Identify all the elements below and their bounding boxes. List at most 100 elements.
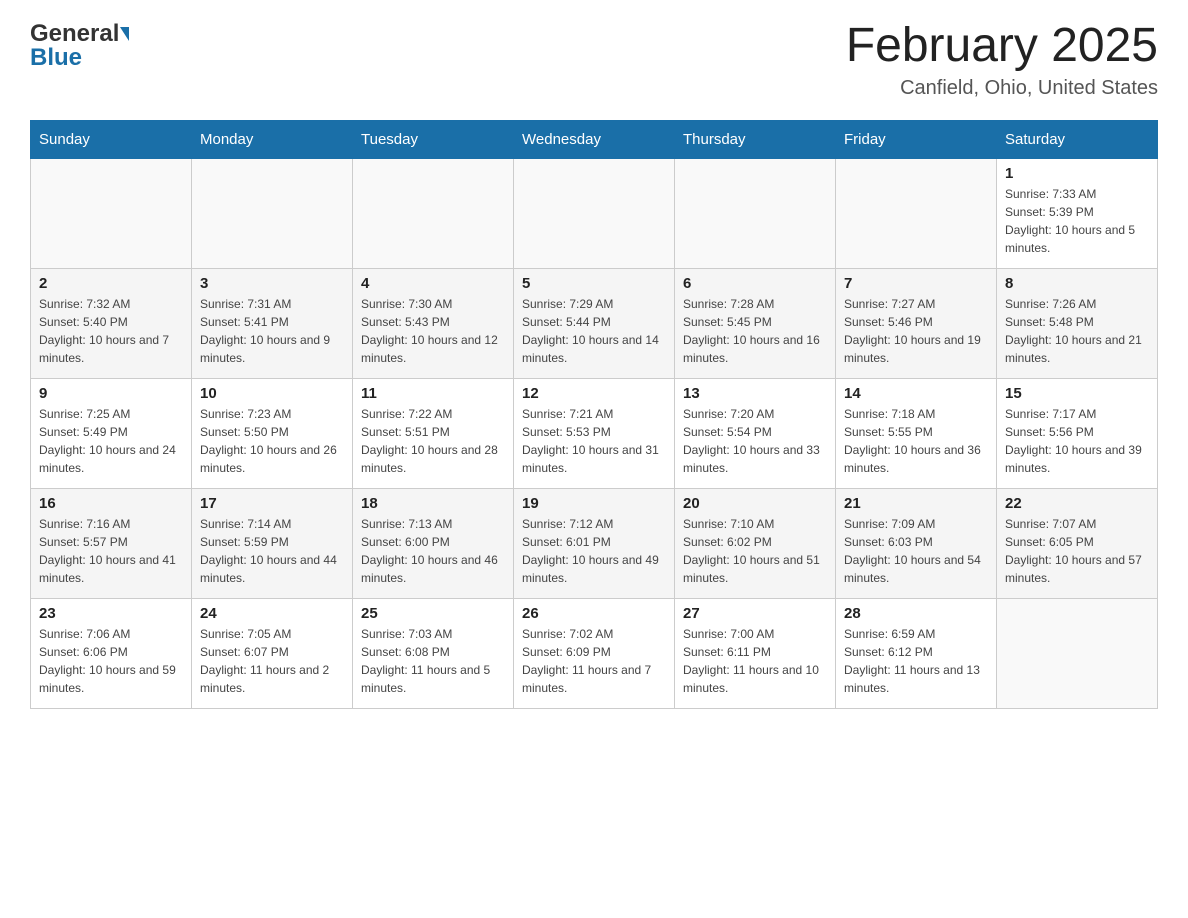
day-info: Sunrise: 7:07 AMSunset: 6:05 PMDaylight:… xyxy=(1005,515,1149,587)
calendar-cell xyxy=(514,158,675,268)
day-info: Sunrise: 7:05 AMSunset: 6:07 PMDaylight:… xyxy=(200,625,344,697)
col-saturday: Saturday xyxy=(997,120,1158,158)
calendar-week-row: 2 Sunrise: 7:32 AMSunset: 5:40 PMDaylight… xyxy=(31,268,1158,378)
day-info: Sunrise: 7:30 AMSunset: 5:43 PMDaylight:… xyxy=(361,295,505,367)
logo: General Blue xyxy=(30,20,129,72)
calendar-cell: 24 Sunrise: 7:05 AMSunset: 6:07 PMDayligh… xyxy=(192,598,353,708)
calendar-cell xyxy=(31,158,192,268)
calendar-cell xyxy=(997,598,1158,708)
day-number: 24 xyxy=(200,605,344,622)
logo-blue-text: Blue xyxy=(30,44,82,72)
day-info: Sunrise: 6:59 AMSunset: 6:12 PMDaylight:… xyxy=(844,625,988,697)
location-subtitle: Canfield, Ohio, United States xyxy=(846,77,1158,100)
day-info: Sunrise: 7:02 AMSunset: 6:09 PMDaylight:… xyxy=(522,625,666,697)
day-number: 12 xyxy=(522,385,666,402)
calendar-week-row: 9Sunrise: 7:25 AMSunset: 5:49 PMDaylight… xyxy=(31,378,1158,488)
col-thursday: Thursday xyxy=(675,120,836,158)
day-number: 14 xyxy=(844,385,988,402)
page-header: General Blue February 2025 Canfield, Ohi… xyxy=(30,20,1158,100)
day-info: Sunrise: 7:33 AMSunset: 5:39 PMDaylight:… xyxy=(1005,185,1149,257)
calendar-cell xyxy=(836,158,997,268)
calendar-cell: 28 Sunrise: 6:59 AMSunset: 6:12 PMDayligh… xyxy=(836,598,997,708)
day-number: 8 xyxy=(1005,275,1149,292)
calendar-table: Sunday Monday Tuesday Wednesday Thursday… xyxy=(30,120,1158,709)
day-info: Sunrise: 7:32 AMSunset: 5:40 PMDaylight:… xyxy=(39,295,183,367)
day-info: Sunrise: 7:20 AMSunset: 5:54 PMDaylight:… xyxy=(683,405,827,477)
day-number: 19 xyxy=(522,495,666,512)
col-tuesday: Tuesday xyxy=(353,120,514,158)
logo-arrow-icon xyxy=(120,27,129,41)
day-info: Sunrise: 7:23 AMSunset: 5:50 PMDaylight:… xyxy=(200,405,344,477)
col-monday: Monday xyxy=(192,120,353,158)
day-number: 13 xyxy=(683,385,827,402)
calendar-cell: 26 Sunrise: 7:02 AMSunset: 6:09 PMDayligh… xyxy=(514,598,675,708)
day-number: 26 xyxy=(522,605,666,622)
day-number: 15 xyxy=(1005,385,1149,402)
calendar-cell: 16 Sunrise: 7:16 AMSunset: 5:57 PMDayligh… xyxy=(31,488,192,598)
day-info: Sunrise: 7:03 AMSunset: 6:08 PMDaylight:… xyxy=(361,625,505,697)
day-number: 20 xyxy=(683,495,827,512)
calendar-cell: 27 Sunrise: 7:00 AMSunset: 6:11 PMDayligh… xyxy=(675,598,836,708)
day-number: 5 xyxy=(522,275,666,292)
calendar-cell: 3 Sunrise: 7:31 AMSunset: 5:41 PMDaylight… xyxy=(192,268,353,378)
calendar-cell: 7 Sunrise: 7:27 AMSunset: 5:46 PMDaylight… xyxy=(836,268,997,378)
day-info: Sunrise: 7:00 AMSunset: 6:11 PMDaylight:… xyxy=(683,625,827,697)
title-section: February 2025 Canfield, Ohio, United Sta… xyxy=(846,20,1158,100)
day-number: 22 xyxy=(1005,495,1149,512)
calendar-week-row: 16 Sunrise: 7:16 AMSunset: 5:57 PMDayligh… xyxy=(31,488,1158,598)
calendar-cell: 20 Sunrise: 7:10 AMSunset: 6:02 PMDayligh… xyxy=(675,488,836,598)
calendar-cell: 21 Sunrise: 7:09 AMSunset: 6:03 PMDayligh… xyxy=(836,488,997,598)
calendar-cell: 11Sunrise: 7:22 AMSunset: 5:51 PMDayligh… xyxy=(353,378,514,488)
day-info: Sunrise: 7:13 AMSunset: 6:00 PMDaylight:… xyxy=(361,515,505,587)
day-number: 9 xyxy=(39,385,183,402)
calendar-cell: 19 Sunrise: 7:12 AMSunset: 6:01 PMDayligh… xyxy=(514,488,675,598)
day-info: Sunrise: 7:31 AMSunset: 5:41 PMDaylight:… xyxy=(200,295,344,367)
calendar-cell: 14Sunrise: 7:18 AMSunset: 5:55 PMDayligh… xyxy=(836,378,997,488)
day-number: 2 xyxy=(39,275,183,292)
calendar-cell: 9Sunrise: 7:25 AMSunset: 5:49 PMDaylight… xyxy=(31,378,192,488)
col-wednesday: Wednesday xyxy=(514,120,675,158)
calendar-cell xyxy=(192,158,353,268)
day-number: 27 xyxy=(683,605,827,622)
calendar-header-row: Sunday Monday Tuesday Wednesday Thursday… xyxy=(31,120,1158,158)
day-number: 18 xyxy=(361,495,505,512)
day-info: Sunrise: 7:09 AMSunset: 6:03 PMDaylight:… xyxy=(844,515,988,587)
calendar-week-row: 23 Sunrise: 7:06 AMSunset: 6:06 PMDayligh… xyxy=(31,598,1158,708)
day-info: Sunrise: 7:21 AMSunset: 5:53 PMDaylight:… xyxy=(522,405,666,477)
day-info: Sunrise: 7:10 AMSunset: 6:02 PMDaylight:… xyxy=(683,515,827,587)
day-number: 23 xyxy=(39,605,183,622)
day-number: 4 xyxy=(361,275,505,292)
calendar-cell: 8 Sunrise: 7:26 AMSunset: 5:48 PMDaylight… xyxy=(997,268,1158,378)
day-info: Sunrise: 7:14 AMSunset: 5:59 PMDaylight:… xyxy=(200,515,344,587)
col-sunday: Sunday xyxy=(31,120,192,158)
day-info: Sunrise: 7:27 AMSunset: 5:46 PMDaylight:… xyxy=(844,295,988,367)
calendar-cell: 25 Sunrise: 7:03 AMSunset: 6:08 PMDayligh… xyxy=(353,598,514,708)
day-number: 7 xyxy=(844,275,988,292)
calendar-week-row: 1 Sunrise: 7:33 AMSunset: 5:39 PMDaylight… xyxy=(31,158,1158,268)
day-info: Sunrise: 7:12 AMSunset: 6:01 PMDaylight:… xyxy=(522,515,666,587)
calendar-cell: 15 Sunrise: 7:17 AMSunset: 5:56 PMDayligh… xyxy=(997,378,1158,488)
day-number: 11 xyxy=(361,385,505,402)
col-friday: Friday xyxy=(836,120,997,158)
day-info: Sunrise: 7:06 AMSunset: 6:06 PMDaylight:… xyxy=(39,625,183,697)
calendar-cell: 1 Sunrise: 7:33 AMSunset: 5:39 PMDaylight… xyxy=(997,158,1158,268)
day-info: Sunrise: 7:17 AMSunset: 5:56 PMDaylight:… xyxy=(1005,405,1149,477)
day-number: 1 xyxy=(1005,165,1149,182)
day-number: 10 xyxy=(200,385,344,402)
day-info: Sunrise: 7:26 AMSunset: 5:48 PMDaylight:… xyxy=(1005,295,1149,367)
day-info: Sunrise: 7:29 AMSunset: 5:44 PMDaylight:… xyxy=(522,295,666,367)
day-number: 16 xyxy=(39,495,183,512)
day-number: 21 xyxy=(844,495,988,512)
day-number: 25 xyxy=(361,605,505,622)
day-info: Sunrise: 7:16 AMSunset: 5:57 PMDaylight:… xyxy=(39,515,183,587)
calendar-cell: 22 Sunrise: 7:07 AMSunset: 6:05 PMDayligh… xyxy=(997,488,1158,598)
calendar-cell: 12 Sunrise: 7:21 AMSunset: 5:53 PMDayligh… xyxy=(514,378,675,488)
calendar-cell: 23 Sunrise: 7:06 AMSunset: 6:06 PMDayligh… xyxy=(31,598,192,708)
calendar-cell: 17Sunrise: 7:14 AMSunset: 5:59 PMDayligh… xyxy=(192,488,353,598)
calendar-cell xyxy=(353,158,514,268)
day-number: 3 xyxy=(200,275,344,292)
calendar-cell: 10 Sunrise: 7:23 AMSunset: 5:50 PMDayligh… xyxy=(192,378,353,488)
calendar-cell: 2 Sunrise: 7:32 AMSunset: 5:40 PMDaylight… xyxy=(31,268,192,378)
day-number: 28 xyxy=(844,605,988,622)
calendar-cell: 4 Sunrise: 7:30 AMSunset: 5:43 PMDaylight… xyxy=(353,268,514,378)
